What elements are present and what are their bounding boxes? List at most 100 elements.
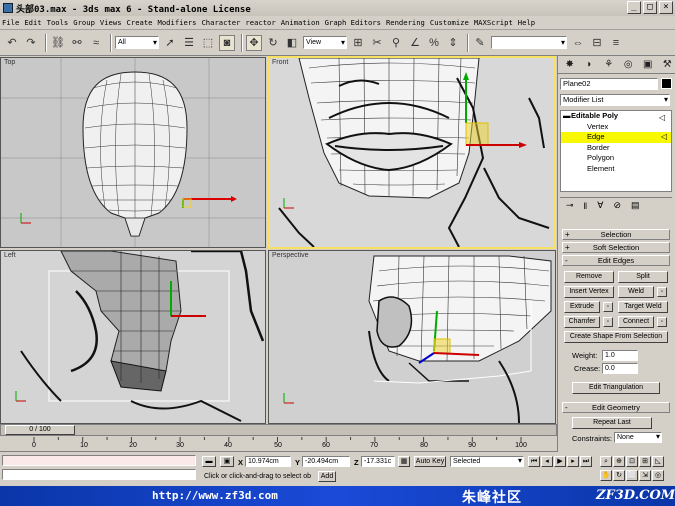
play-icon[interactable]: ▶ bbox=[554, 456, 566, 467]
stack-item-border[interactable]: Border bbox=[561, 143, 671, 154]
make-unique-icon[interactable]: ∀ bbox=[597, 200, 603, 211]
key-filter-dropdown[interactable]: Selected bbox=[450, 456, 524, 467]
lock-selection-icon[interactable]: ▬ bbox=[202, 456, 216, 467]
select-object-icon[interactable]: ➚ bbox=[162, 35, 178, 51]
named-selection-dropdown[interactable] bbox=[491, 36, 567, 49]
viewport-label[interactable]: Perspective bbox=[272, 252, 309, 259]
viewport-left[interactable]: Left bbox=[0, 250, 266, 424]
crease-spinner[interactable]: 0.0 bbox=[602, 363, 638, 374]
menu-file[interactable]: File bbox=[2, 18, 19, 27]
time-slider-thumb[interactable]: 0 / 100 bbox=[5, 425, 75, 435]
rollout-edit-edges[interactable]: - Edit Edges bbox=[562, 255, 670, 266]
reference-coordinate-dropdown[interactable]: View bbox=[303, 36, 347, 49]
spinner-snap-icon[interactable]: ⇕ bbox=[445, 35, 461, 51]
menu-reactor[interactable]: reactor bbox=[245, 18, 275, 27]
arc-rotate-icon[interactable]: ↻ bbox=[613, 470, 625, 481]
remove-button[interactable]: Remove bbox=[564, 271, 614, 283]
menu-character[interactable]: Character bbox=[201, 18, 240, 27]
go-to-start-icon[interactable]: ⏮ bbox=[528, 456, 540, 467]
app-icon[interactable] bbox=[3, 3, 13, 13]
edit-named-selections-icon[interactable]: ✎ bbox=[472, 35, 488, 51]
orbit-icon[interactable]: ◎ bbox=[652, 470, 664, 481]
redo-icon[interactable]: ↷ bbox=[23, 35, 39, 51]
maximize-viewport-icon[interactable]: ⬜ bbox=[626, 470, 638, 481]
select-and-rotate-icon[interactable]: ↻ bbox=[265, 35, 281, 51]
zoom-icon[interactable]: ⌕ bbox=[600, 456, 612, 467]
add-time-tag-button[interactable]: Add bbox=[318, 471, 336, 482]
menu-edit[interactable]: Edit bbox=[24, 18, 41, 27]
menu-maxscript[interactable]: MAXScript bbox=[474, 18, 513, 27]
edit-triangulation-button[interactable]: Edit Triangulation bbox=[572, 382, 660, 394]
select-and-move-icon[interactable]: ✥ bbox=[246, 34, 262, 51]
align-icon[interactable]: ⊟ bbox=[589, 35, 605, 51]
mirror-icon[interactable]: ⇔ bbox=[570, 35, 586, 51]
maxscript-output-field[interactable] bbox=[2, 469, 196, 480]
y-coord-field[interactable]: -20.494cm bbox=[302, 456, 350, 467]
repeat-last-button[interactable]: Repeat Last bbox=[572, 417, 652, 429]
menu-group[interactable]: Group bbox=[73, 18, 95, 27]
menu-help[interactable]: Help bbox=[518, 18, 535, 27]
pan-icon[interactable]: ✋ bbox=[600, 470, 612, 481]
grid-icon[interactable]: ▦ bbox=[398, 456, 410, 467]
select-and-scale-icon[interactable]: ◧ bbox=[284, 35, 300, 51]
menu-modifiers[interactable]: Modifiers bbox=[158, 18, 197, 27]
insert-vertex-button[interactable]: Insert Vertex bbox=[564, 286, 614, 298]
pin-stack-icon[interactable]: ⊸ bbox=[566, 200, 574, 211]
modifier-list-dropdown[interactable]: Modifier List bbox=[560, 94, 670, 106]
time-slider[interactable]: 0 / 100 bbox=[0, 424, 557, 436]
light-bulb-icon[interactable]: ◁ bbox=[659, 113, 665, 122]
utilities-tab-icon[interactable]: ⚒ bbox=[660, 58, 675, 72]
rollout-soft-selection[interactable]: + Soft Selection bbox=[562, 242, 670, 253]
maxscript-listener-field[interactable] bbox=[2, 455, 196, 466]
zoom-extents-all-icon[interactable]: ⊞ bbox=[639, 456, 651, 467]
select-and-link-icon[interactable]: ⛓ bbox=[50, 35, 66, 51]
chamfer-button[interactable]: Chamfer bbox=[564, 316, 600, 328]
close-button[interactable]: × bbox=[659, 1, 673, 14]
viewport-front[interactable]: Front bbox=[267, 56, 556, 249]
rectangular-selection-icon[interactable]: ⬚ bbox=[200, 35, 216, 51]
remove-modifier-icon[interactable]: ⊘ bbox=[613, 200, 621, 211]
extrude-settings-button[interactable]: ▫ bbox=[603, 302, 613, 312]
weld-settings-button[interactable]: ▫ bbox=[657, 287, 667, 297]
weight-spinner[interactable]: 1.0 bbox=[602, 350, 638, 361]
maximize-button[interactable]: □ bbox=[643, 1, 657, 14]
weld-button[interactable]: Weld bbox=[618, 286, 654, 298]
stack-item-edge[interactable]: Edge ◁ bbox=[561, 132, 671, 143]
rollout-edit-geometry[interactable]: - Edit Geometry bbox=[562, 402, 670, 413]
select-by-name-icon[interactable]: ☰ bbox=[181, 35, 197, 51]
go-to-end-icon[interactable]: ⏭ bbox=[580, 456, 592, 467]
next-frame-icon[interactable]: ▸ bbox=[567, 456, 579, 467]
z-coord-field[interactable]: -17.331c bbox=[361, 456, 395, 467]
walkthrough-icon[interactable]: ⇲ bbox=[639, 470, 651, 481]
create-tab-icon[interactable]: ✸ bbox=[562, 58, 578, 72]
previous-frame-icon[interactable]: ◂ bbox=[541, 456, 553, 467]
menu-tools[interactable]: Tools bbox=[47, 18, 69, 27]
viewport-perspective[interactable]: Perspective bbox=[268, 250, 556, 424]
selection-filter-dropdown[interactable]: All bbox=[115, 36, 159, 49]
unlink-icon[interactable]: ⚯ bbox=[69, 35, 85, 51]
hierarchy-tab-icon[interactable]: ⚘ bbox=[601, 58, 617, 72]
auto-key-button[interactable]: Auto Key bbox=[414, 456, 446, 467]
window-crossing-icon[interactable]: ◙ bbox=[219, 34, 235, 51]
angle-snap-icon[interactable]: ∠ bbox=[407, 35, 423, 51]
connect-settings-button[interactable]: ▫ bbox=[657, 317, 667, 327]
absolute-mode-icon[interactable]: ▣ bbox=[220, 456, 234, 467]
connect-button[interactable]: Connect bbox=[618, 316, 654, 328]
minimize-button[interactable]: _ bbox=[627, 1, 641, 14]
x-coord-field[interactable]: 10.974cm bbox=[245, 456, 291, 467]
object-color-swatch[interactable] bbox=[661, 78, 672, 89]
bind-space-warp-icon[interactable]: ≈ bbox=[88, 35, 104, 51]
object-name-field[interactable]: Plane02 bbox=[560, 78, 658, 90]
display-tab-icon[interactable]: ▣ bbox=[640, 58, 656, 72]
menu-animation[interactable]: Animation bbox=[281, 18, 320, 27]
stack-item-element[interactable]: Element bbox=[561, 164, 671, 175]
viewport-label[interactable]: Left bbox=[4, 252, 16, 259]
rollout-selection[interactable]: + Selection bbox=[562, 229, 670, 240]
select-and-manipulate-icon[interactable]: ✂ bbox=[369, 35, 385, 51]
configure-sets-icon[interactable]: ▤ bbox=[631, 200, 640, 211]
snaps-toggle-icon[interactable]: ⚲ bbox=[388, 35, 404, 51]
stack-item-vertex[interactable]: Vertex bbox=[561, 122, 671, 133]
create-shape-button[interactable]: Create Shape From Selection bbox=[564, 331, 668, 343]
percent-snap-icon[interactable]: % bbox=[426, 35, 442, 51]
layer-manager-icon[interactable]: ≡ bbox=[608, 35, 624, 51]
